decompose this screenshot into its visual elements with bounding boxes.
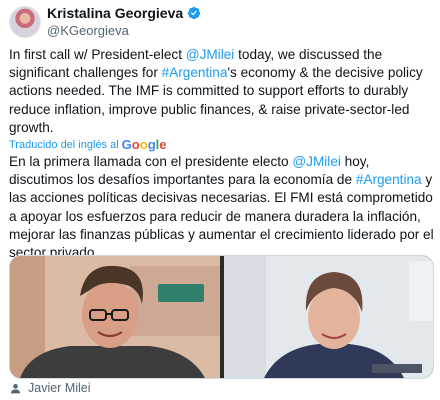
mention-link[interactable]: @JMilei: [292, 154, 341, 169]
tweet-text-segment: In first call w/ President-elect: [9, 47, 186, 62]
tweet-text-translated: En la primera llamada con el presidente …: [9, 153, 434, 262]
author-name[interactable]: Kristalina Georgieva: [47, 5, 183, 21]
tagged-person-name[interactable]: Javier Milei: [28, 381, 91, 395]
person-icon: [9, 382, 22, 395]
avatar[interactable]: [9, 6, 41, 38]
author-row: Kristalina Georgieva: [47, 5, 201, 21]
media-tag[interactable]: Javier Milei: [9, 381, 91, 395]
video-call-left-frame: [10, 256, 220, 378]
tweet-text-original: In first call w/ President-elect @JMilei…: [9, 46, 434, 137]
hashtag-link[interactable]: #Argentina: [162, 65, 228, 80]
google-logo: Google: [121, 137, 167, 152]
verified-badge-icon: [187, 6, 201, 20]
tweet-text-segment: En la primera llamada con el presidente …: [9, 154, 293, 169]
translation-label: Traducido del inglés al: [9, 138, 119, 151]
translation-notice[interactable]: Traducido del inglés al Google: [9, 137, 167, 152]
tweet-media-image[interactable]: [9, 255, 434, 379]
hashtag-link[interactable]: #Argentina: [356, 172, 422, 187]
video-call-right-frame: [224, 256, 433, 378]
mention-link[interactable]: @JMilei: [186, 47, 235, 62]
author-handle[interactable]: @KGeorgieva: [47, 23, 129, 38]
